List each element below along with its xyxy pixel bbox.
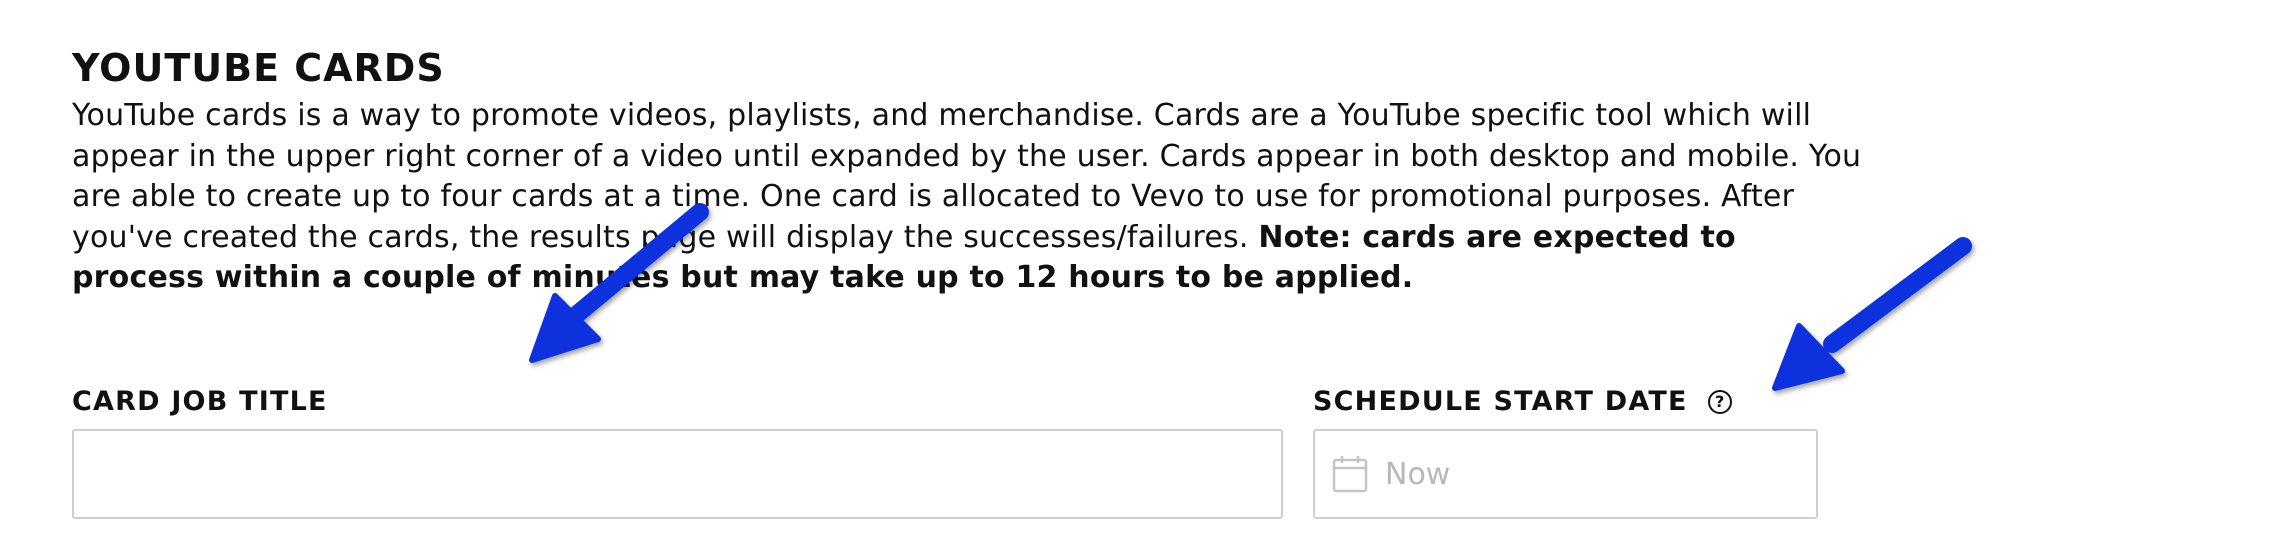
calendar-icon xyxy=(1331,454,1369,494)
schedule-start-date-label: SCHEDULE START DATE ? xyxy=(1313,384,1732,420)
schedule-start-date-input[interactable] xyxy=(1383,455,1807,493)
card-job-title-label-text: CARD JOB TITLE xyxy=(72,386,328,417)
question-circle-icon[interactable]: ? xyxy=(1707,390,1732,414)
schedule-start-date-field[interactable] xyxy=(1313,429,1818,519)
card-job-title-input[interactable] xyxy=(72,429,1283,519)
section-title: YOUTUBE CARDS xyxy=(72,46,445,90)
section-description: YouTube cards is a way to promote videos… xyxy=(72,96,1872,299)
schedule-start-date-label-text: SCHEDULE START DATE xyxy=(1313,386,1688,417)
card-job-title-label: CARD JOB TITLE xyxy=(72,384,328,420)
